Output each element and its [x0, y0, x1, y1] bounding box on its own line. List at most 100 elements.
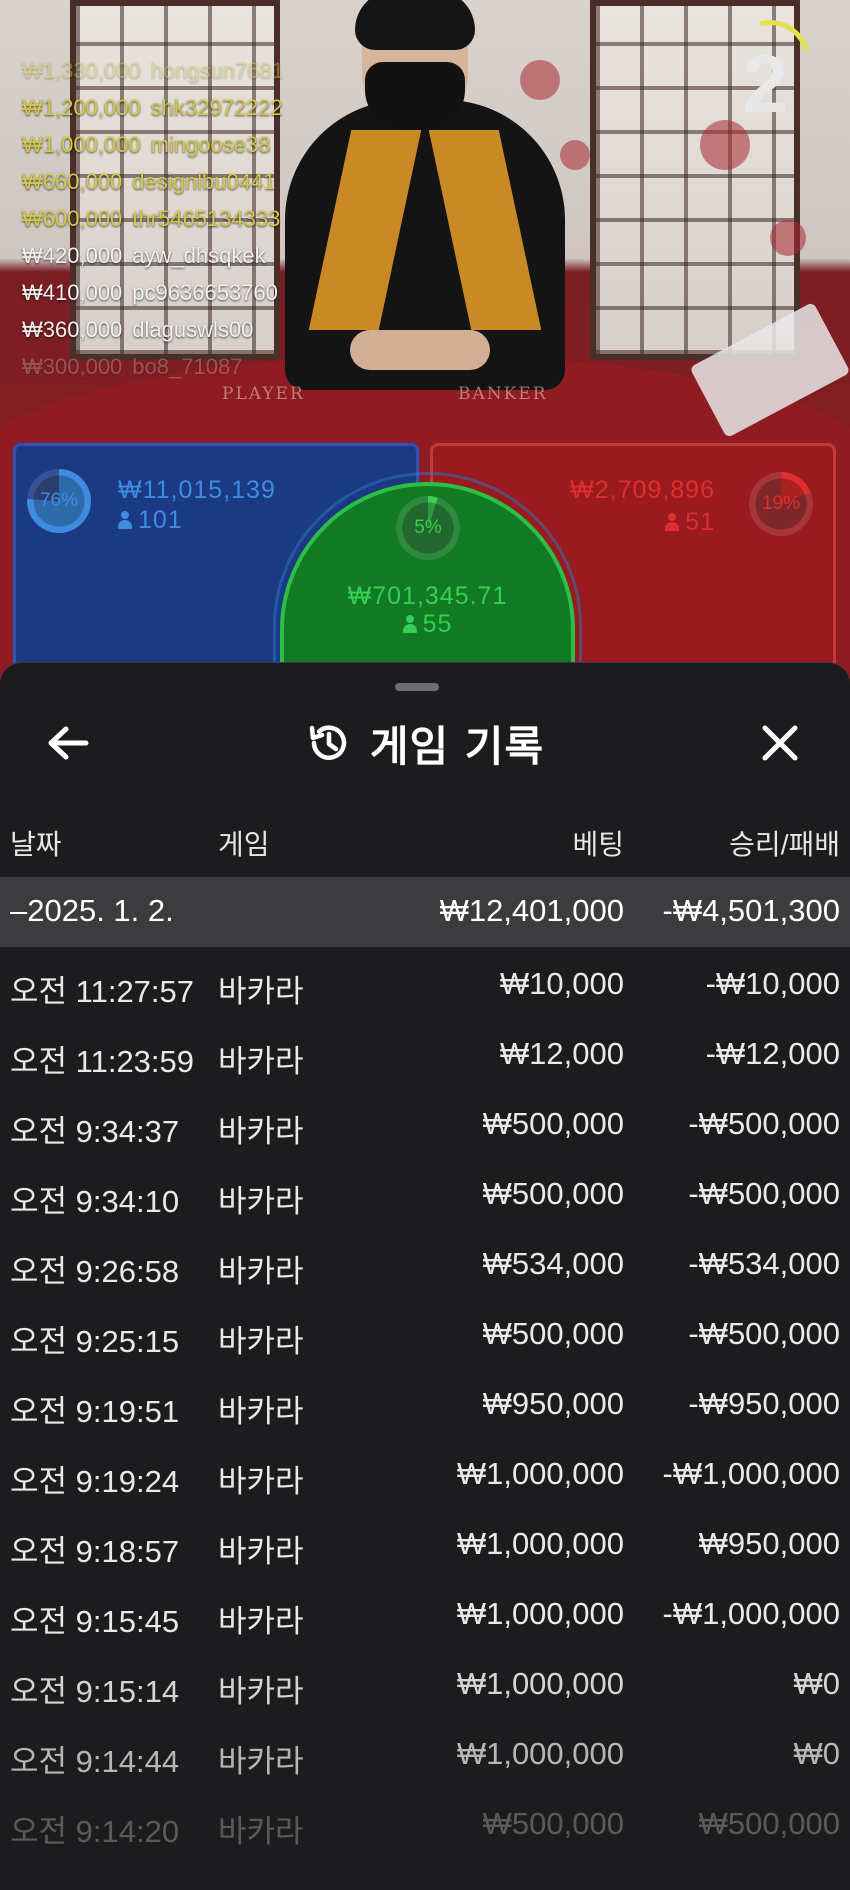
round-number: 2 — [742, 39, 788, 130]
leaderboard: ₩1,330,000 hongsun7681 ₩1,200,000 shk329722… — [22, 52, 284, 385]
player-percent: 76% — [39, 490, 79, 511]
blossom-decoration — [770, 220, 806, 256]
banker-percent: 19% — [761, 493, 801, 514]
leaderboard-amount: ₩1,330,000 — [22, 58, 141, 83]
table-label-player: PLAYER — [222, 384, 305, 404]
history-result: -₩950,000 — [688, 1386, 840, 1421]
history-game: 바카라 — [218, 1184, 304, 1219]
history-row[interactable]: 오전 9:14:44 바카라 ₩1,000,000 ₩0 — [0, 1717, 850, 1787]
history-time: 오전 9:26:58 — [10, 1254, 180, 1289]
history-game: 바카라 — [218, 1604, 304, 1639]
close-button[interactable] — [750, 713, 810, 773]
history-time: 오전 11:27:57 — [10, 974, 195, 1009]
leaderboard-entry: ₩410,000 pc9636653760 — [22, 274, 284, 311]
history-result: -₩500,000 — [688, 1106, 840, 1141]
game-history-sheet: 게임 기록 날짜 게임 베팅 승리/패배 –2025. 1. 2. ₩12,40… — [0, 662, 850, 1890]
dealer-hair — [355, 0, 475, 50]
history-row[interactable]: 오전 9:18:57 바카라 ₩1,000,000 ₩950,000 — [0, 1507, 850, 1577]
history-row[interactable]: 오전 9:26:58 바카라 ₩534,000 -₩534,000 — [0, 1227, 850, 1297]
column-header-bet: 베팅 — [572, 829, 624, 860]
history-time: 오전 9:34:10 — [10, 1184, 180, 1219]
leaderboard-amount: ₩600,000 — [22, 206, 123, 231]
history-result: -₩534,000 — [688, 1246, 840, 1281]
history-row[interactable]: 오전 9:34:10 바카라 ₩500,000 -₩500,000 — [0, 1157, 850, 1227]
history-row[interactable]: 오전 9:19:51 바카라 ₩950,000 -₩950,000 — [0, 1367, 850, 1437]
leaderboard-user: shk32972222 — [150, 95, 283, 120]
history-time: 오전 9:15:45 — [10, 1604, 180, 1639]
history-row[interactable]: 오전 11:27:57 바카라 ₩10,000 -₩10,000 — [0, 947, 850, 1017]
history-result: -₩500,000 — [688, 1176, 840, 1211]
history-row[interactable]: 오전 9:34:37 바카라 ₩500,000 -₩500,000 — [0, 1087, 850, 1157]
leaderboard-amount: ₩1,200,000 — [22, 95, 141, 120]
sheet-drag-handle[interactable] — [395, 683, 439, 691]
leaderboard-user: bo8_71087 — [132, 354, 243, 379]
history-time: 오전 9:14:20 — [10, 1814, 180, 1849]
history-time: 오전 11:23:59 — [10, 1044, 195, 1079]
history-game: 바카라 — [218, 1744, 304, 1779]
history-row[interactable]: 오전 9:19:24 바카라 ₩1,000,000 -₩1,000,000 — [0, 1437, 850, 1507]
leaderboard-entry: ₩300,000 bo8_71087 — [22, 348, 284, 385]
history-row[interactable]: 오전 9:25:15 바카라 ₩500,000 -₩500,000 — [0, 1297, 850, 1367]
player-bet-count: 101 — [138, 506, 183, 534]
history-game: 바카라 — [218, 1114, 304, 1149]
blossom-decoration — [520, 60, 560, 100]
history-row[interactable]: 오전 9:15:14 바카라 ₩1,000,000 ₩0 — [0, 1647, 850, 1717]
banker-bet-amount: ₩2,709,896 — [570, 476, 715, 504]
sheet-header: 게임 기록 — [0, 713, 850, 773]
history-game: 바카라 — [218, 1674, 304, 1709]
dealer-hands — [350, 330, 490, 370]
history-list: 오전 11:27:57 바카라 ₩10,000 -₩10,000 오전 11:23:59… — [0, 947, 850, 1857]
leaderboard-user: ayw_dhsqkek — [132, 243, 266, 268]
history-result: -₩10,000 — [705, 966, 840, 1001]
history-result: -₩500,000 — [688, 1316, 840, 1351]
leaderboard-amount: ₩660,000 — [22, 169, 123, 194]
date-group-row[interactable]: –2025. 1. 2. ₩12,401,000 -₩4,501,300 — [0, 877, 850, 947]
history-result: ₩0 — [793, 1736, 841, 1771]
history-bet: ₩950,000 — [482, 1386, 624, 1421]
history-time: 오전 9:25:15 — [10, 1324, 180, 1359]
dealer-mask — [365, 62, 465, 130]
date-group-label: –2025. 1. 2. — [10, 893, 174, 928]
leaderboard-user: mingoose38 — [150, 132, 271, 157]
leaderboard-entry: ₩1,000,000 mingoose38 — [22, 126, 284, 163]
history-game: 바카라 — [218, 1814, 304, 1849]
history-time: 오전 9:15:14 — [10, 1674, 180, 1709]
history-bet: ₩1,000,000 — [456, 1666, 624, 1701]
history-row[interactable]: 오전 11:23:59 바카라 ₩12,000 -₩12,000 — [0, 1017, 850, 1087]
leaderboard-amount: ₩360,000 — [22, 317, 123, 342]
history-time: 오전 9:18:57 — [10, 1534, 180, 1569]
history-game: 바카라 — [218, 1464, 304, 1499]
leaderboard-entry: ₩360,000 dlaguswls00 — [22, 311, 284, 348]
leaderboard-user: dlaguswls00 — [132, 317, 254, 342]
player-percent-ring: 76% — [27, 469, 91, 533]
leaderboard-entry: ₩1,330,000 hongsun7681 — [22, 52, 284, 89]
history-row[interactable]: 오전 9:15:45 바카라 ₩1,000,000 -₩1,000,000 — [0, 1577, 850, 1647]
history-game: 바카라 — [218, 974, 304, 1009]
history-bet: ₩500,000 — [482, 1316, 624, 1351]
history-bet: ₩1,000,000 — [456, 1526, 624, 1561]
history-bet: ₩1,000,000 — [456, 1736, 624, 1771]
history-time: 오전 9:34:37 — [10, 1114, 180, 1149]
sheet-title: 게임 기록 — [369, 721, 545, 771]
history-result: -₩12,000 — [705, 1036, 840, 1071]
tie-percent: 5% — [414, 517, 442, 538]
history-bet: ₩500,000 — [482, 1176, 624, 1211]
leaderboard-amount: ₩1,000,000 — [22, 132, 141, 157]
history-icon — [309, 725, 347, 760]
history-game: 바카라 — [218, 1534, 304, 1569]
history-bet: ₩500,000 — [482, 1806, 624, 1841]
history-row[interactable]: 오전 9:14:20 바카라 ₩500,000 ₩500,000 — [0, 1787, 850, 1857]
banker-bet-count: 51 — [685, 508, 715, 536]
history-result: ₩0 — [793, 1666, 841, 1701]
person-icon — [118, 511, 132, 529]
history-time: 오전 9:19:51 — [10, 1394, 180, 1429]
person-icon — [665, 513, 680, 531]
history-time: 오전 9:14:44 — [10, 1744, 180, 1779]
history-bet: ₩534,000 — [482, 1246, 624, 1281]
tie-percent-ring: 5% — [396, 496, 460, 560]
history-result: -₩1,000,000 — [662, 1596, 841, 1631]
history-time: 오전 9:19:24 — [10, 1464, 180, 1499]
column-header-date: 날짜 — [10, 829, 62, 860]
column-header-result: 승리/패배 — [729, 829, 840, 860]
leaderboard-entry: ₩1,200,000 shk32972222 — [22, 89, 284, 126]
